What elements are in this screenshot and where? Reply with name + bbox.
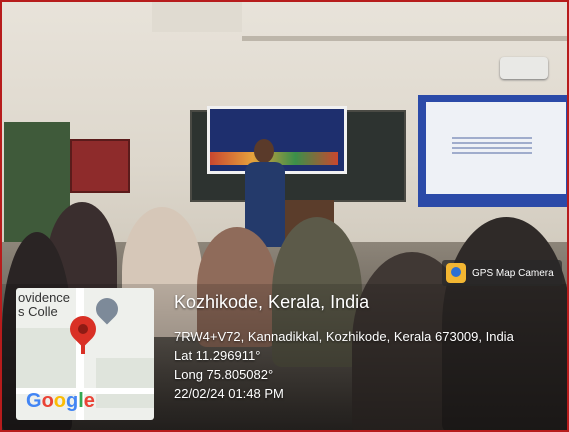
location-longitude: Long 75.805082° <box>174 367 274 382</box>
map-place-label: ovidence <box>18 290 71 305</box>
notice-board <box>70 139 130 193</box>
projector <box>500 57 548 79</box>
geotagged-photo: GPS Map Camera ovidence s Colle Google K… <box>0 0 569 432</box>
badge-label: GPS Map Camera <box>472 267 554 279</box>
location-latitude: Lat 11.296911° <box>174 348 261 363</box>
ceiling-pipe <box>242 36 567 41</box>
gps-map-camera-badge: GPS Map Camera <box>442 260 562 286</box>
location-info: Kozhikode, Kerala, India 7RW4+V72, Kanna… <box>174 292 514 403</box>
projected-slide-text <box>452 137 532 155</box>
speaker-head <box>254 139 274 163</box>
location-title: Kozhikode, Kerala, India <box>174 292 370 312</box>
map-place-label: s Colle <box>18 304 58 319</box>
gps-map-camera-icon <box>446 263 466 283</box>
ceiling-beam <box>152 2 242 32</box>
map-block <box>16 328 76 388</box>
location-pin-tail <box>81 338 85 354</box>
location-address: 7RW4+V72, Kannadikkal, Kozhikode, Kerala… <box>174 329 514 344</box>
map-block <box>96 358 154 408</box>
location-datetime: 22/02/24 01:48 PM <box>174 386 284 401</box>
google-logo: Google <box>26 390 95 412</box>
